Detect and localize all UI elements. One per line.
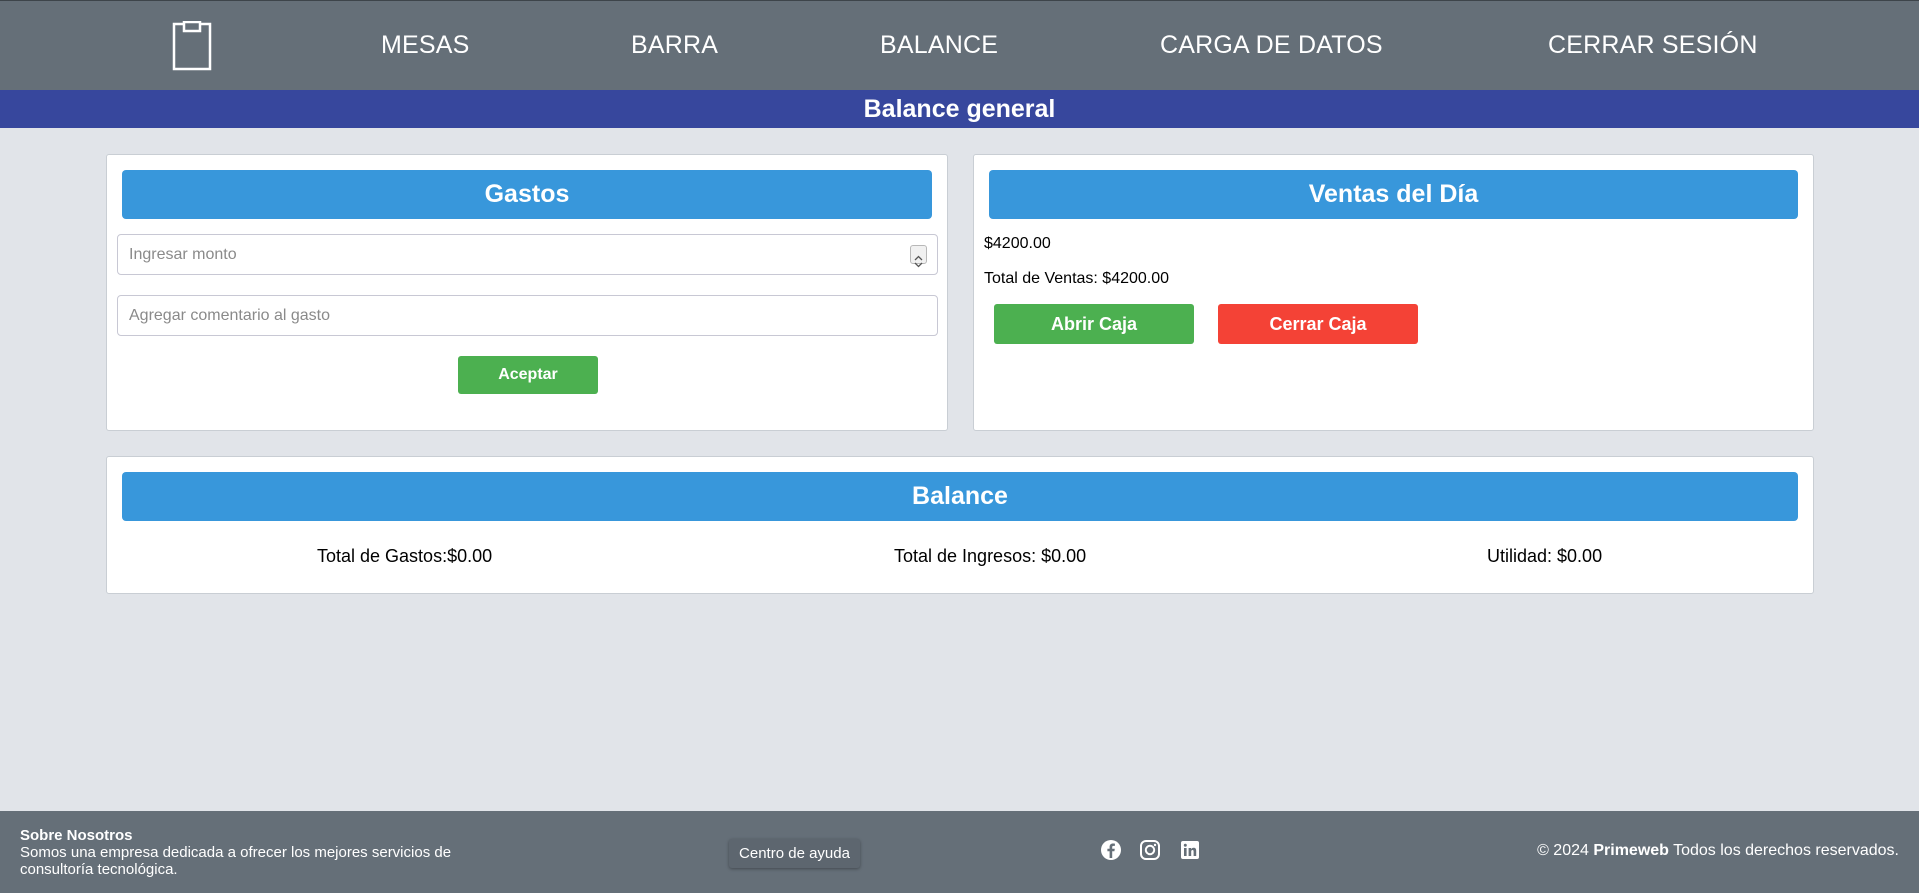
about-title: Sobre Nosotros	[20, 827, 133, 844]
comentario-input[interactable]: Agregar comentario al gasto	[117, 295, 938, 336]
instagram-icon[interactable]	[1139, 839, 1161, 861]
facebook-icon[interactable]	[1100, 839, 1122, 861]
nav-mesas[interactable]: MESAS	[381, 31, 470, 60]
copyright: © 2024 Primeweb Todos los derechos reser…	[1537, 842, 1899, 860]
clipboard-icon[interactable]	[172, 20, 212, 71]
balance-card: Balance	[106, 456, 1814, 594]
abrir-caja-button[interactable]: Abrir Caja	[994, 304, 1194, 344]
about-text-line2: consultoría tecnológica.	[20, 861, 178, 878]
nav-barra[interactable]: BARRA	[631, 31, 718, 60]
ventas-card: Ventas del Día $4200.00 Total de Ventas:…	[973, 154, 1814, 431]
nav-balance[interactable]: BALANCE	[880, 31, 998, 60]
total-ingresos: Total de Ingresos: $0.00	[894, 546, 1087, 566]
copyright-prefix: © 2024	[1537, 842, 1589, 859]
copyright-suffix: Todos los derechos reservados.	[1673, 842, 1899, 859]
comentario-placeholder: Agregar comentario al gasto	[129, 307, 330, 324]
gastos-card: Gastos Ingresar monto Agregar comentario…	[106, 154, 948, 431]
cerrar-caja-button[interactable]: Cerrar Caja	[1218, 304, 1418, 344]
gastos-header: Gastos	[122, 170, 932, 219]
ventas-header: Ventas del Día	[989, 170, 1798, 219]
utilidad: Utilidad: $0.00	[1487, 546, 1603, 566]
nav-cerrar-sesion[interactable]: CERRAR SESIÓN	[1548, 31, 1758, 60]
help-center-button[interactable]: Centro de ayuda	[729, 839, 860, 868]
monto-placeholder: Ingresar monto	[129, 246, 237, 263]
total-gastos: Total de Gastos:$0.00	[317, 546, 493, 566]
page-title: Balance general	[0, 90, 1919, 128]
total-ventas: Total de Ventas: $4200.00	[984, 270, 1170, 287]
balance-header: Balance	[122, 472, 1798, 521]
footer: Sobre Nosotros Somos una empresa dedicad…	[0, 811, 1919, 893]
monto-input[interactable]: Ingresar monto	[117, 234, 938, 275]
top-navbar: MESAS BARRA BALANCE CARGA DE DATOS CERRA…	[0, 0, 1919, 90]
about-text-line1: Somos una empresa dedicada a ofrecer los…	[20, 844, 452, 861]
aceptar-button[interactable]: Aceptar	[458, 356, 598, 394]
number-spinner[interactable]	[910, 245, 927, 268]
ventas-amount: $4200.00	[984, 235, 1051, 252]
linkedin-icon[interactable]	[1179, 839, 1201, 861]
nav-carga-de-datos[interactable]: CARGA DE DATOS	[1160, 31, 1383, 60]
brand-name: Primeweb	[1593, 842, 1669, 859]
